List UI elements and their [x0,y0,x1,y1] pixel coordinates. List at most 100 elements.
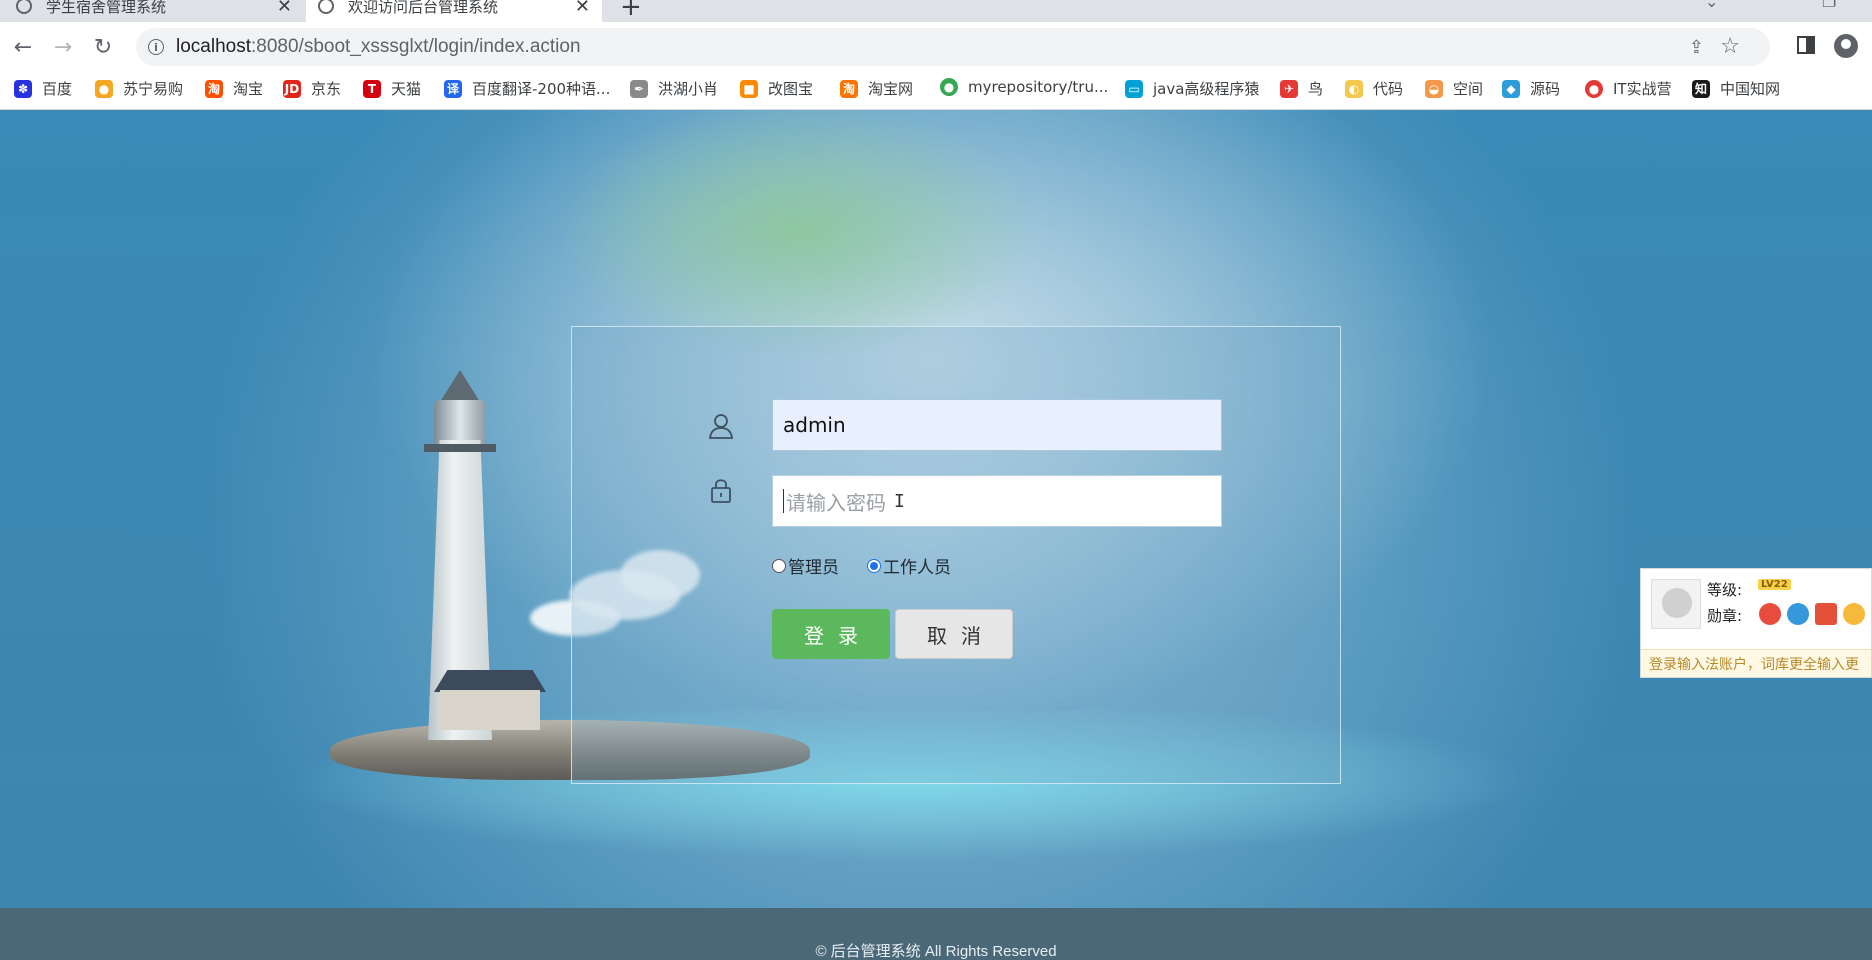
lighthouse-balcony [424,444,496,452]
bookmark-taobao-net[interactable]: 淘淘宝网 [840,78,913,99]
code-icon: ◐ [1345,79,1363,98]
bookmark-bird[interactable]: ✈ 鸟 [1280,78,1323,99]
bookmark-tmall[interactable]: T 天猫 [363,78,421,99]
reload-icon[interactable]: ↻ [90,34,116,60]
role-staff-radio[interactable] [867,558,881,573]
close-icon[interactable]: ✕ [575,0,590,17]
globe-icon [318,0,334,14]
lock-icon [711,479,731,503]
lighthouse-lamp [434,400,486,444]
share-icon[interactable]: ⇪ [1689,37,1704,58]
source-icon: ◆ [1502,79,1520,98]
quill-icon: ✒ [630,79,648,98]
bookmark-label: IT实战营 [1613,80,1672,98]
jd-icon: JD [283,79,301,98]
bookmark-jd[interactable]: JD 京东 [283,78,341,99]
bookmark-it[interactable]: ● IT实战营 [1585,78,1672,99]
cancel-button[interactable]: 取消 [895,609,1013,659]
gaitubao-icon: ■ [740,79,758,98]
role-admin-radio[interactable] [772,558,786,573]
bookmark-baidu-translate[interactable]: 译百度翻译-200种语... [444,78,610,99]
bilibili-icon: ▭ [1125,79,1143,98]
medal-red-icon [1759,603,1781,625]
restore-window-icon[interactable]: ❐ [1822,0,1836,11]
medal-gold-icon [1843,603,1865,625]
password-placeholder: 请输入密码 [786,490,886,515]
password-input[interactable]: 请输入密码 I [772,475,1222,527]
bookmark-label: 淘宝 [233,80,264,98]
profile-avatar-icon[interactable] [1834,34,1858,58]
bookmark-label: 苏宁易购 [123,80,184,98]
lighthouse-cap [440,370,480,402]
forward-icon[interactable]: → [50,34,76,60]
level-badge: LV22 [1758,579,1791,590]
ime-avatar [1651,579,1701,629]
chrome-icon: ● [940,78,958,96]
back-icon[interactable]: ← [10,34,36,60]
role-selector: 管理员 工作人员 [772,553,979,578]
baidu-icon: ✽ [14,79,32,98]
bird-icon: ✈ [1280,79,1298,98]
ime-login-notice[interactable]: 登录输入法账户，词库更全输入更 [1641,649,1871,677]
bookmark-gaitubao[interactable]: ■ 改图宝 [740,78,813,99]
bookmark-source[interactable]: ◆ 源码 [1502,78,1560,99]
bookmark-star-icon[interactable]: ☆ [1720,34,1740,59]
suning-icon: ● [95,79,113,98]
tab-strip: 学生宿舍管理系统 ✕ 欢迎访问后台管理系统 ✕ + ⌄ ❐ [0,0,1872,22]
username-input[interactable]: admin [772,399,1222,451]
bookmark-label: 淘宝网 [868,80,914,98]
bookmark-honghu[interactable]: ✒ 洪湖小肖 [630,78,718,99]
bookmark-cnki[interactable]: 知中国知网 [1692,78,1780,99]
site-info-icon[interactable]: i [148,39,164,55]
login-button[interactable]: 登录 [772,609,890,659]
bookmark-label: 洪湖小肖 [658,80,719,98]
medal-book-icon [1815,603,1837,625]
role-staff-label[interactable]: 工作人员 [883,553,951,578]
close-icon[interactable]: ✕ [277,0,292,17]
bookmark-space[interactable]: ◒ 空间 [1425,78,1483,99]
medal-label: 勋章: [1707,607,1743,625]
taobao-net-icon: 淘 [840,79,858,98]
url-text[interactable]: localhost:8080/sboot_xsssglxt/login/inde… [176,36,581,58]
keeper-house-roof [434,670,546,692]
bookmark-java[interactable]: ▭ java高级程序猿 [1125,78,1259,99]
taobao-icon: 淘 [205,79,223,98]
address-bar[interactable]: i localhost:8080/sboot_xsssglxt/login/in… [136,28,1770,66]
bookmark-suning[interactable]: ● 苏宁易购 [95,78,183,99]
bookmark-code[interactable]: ◐ 代码 [1345,78,1403,99]
chevron-down-icon[interactable]: ⌄ [1705,0,1718,11]
browser-toolbar: ← → ↻ i localhost:8080/sboot_xsssglxt/lo… [0,22,1872,72]
page-footer: © 后台管理系统 All Rights Reserved [0,908,1872,960]
bookmark-label: 中国知网 [1720,80,1781,98]
bookmark-label: 天猫 [391,80,422,98]
bookmark-label: myrepository/tru... [968,78,1109,96]
new-tab-icon[interactable]: + [620,0,642,22]
side-panel-icon[interactable] [1797,36,1815,54]
bookmark-label: 改图宝 [768,80,814,98]
login-panel: admin 请输入密码 I 管理员 工作人员 登录 取消 [571,326,1341,784]
bookmark-baidu[interactable]: ✽ 百度 [14,78,72,99]
copyright-text: © 后台管理系统 All Rights Reserved [815,943,1057,960]
url-path: :8080/sboot_xsssglxt/login/index.action [251,36,581,57]
globe-icon [16,0,32,14]
translate-icon: 译 [444,79,462,98]
bookmark-taobao[interactable]: 淘淘宝 [205,78,263,99]
bookmark-label: 空间 [1453,80,1484,98]
bookmark-myrepository[interactable]: ● myrepository/tru... [940,78,1108,96]
bookmarks-bar: ✽ 百度 ● 苏宁易购 淘淘宝 JD 京东 T 天猫 译百度翻译-200种语... ✒ 洪… [0,72,1872,110]
ime-account-popup: 等级: LV22 勋章: 登录输入法账户，词库更全输入更 [1640,568,1872,678]
it-icon: ● [1585,79,1603,98]
keeper-house [440,690,540,730]
bookmark-label: 百度 [42,80,73,98]
bookmark-label: 百度翻译-200种语... [472,80,611,98]
ibeam-cursor-icon: I [894,490,905,512]
tab-dormitory-system[interactable]: 学生宿舍管理系统 ✕ [4,0,304,22]
tab-title: 学生宿舍管理系统 [46,0,167,16]
level-label: 等级: [1707,581,1743,599]
medal-blue-icon [1787,603,1809,625]
tmall-icon: T [363,79,381,98]
url-host: localhost [176,36,251,57]
role-admin-label[interactable]: 管理员 [788,553,839,578]
bookmark-label: 京东 [311,80,342,98]
tab-admin-login[interactable]: 欢迎访问后台管理系统 ✕ [306,0,602,22]
